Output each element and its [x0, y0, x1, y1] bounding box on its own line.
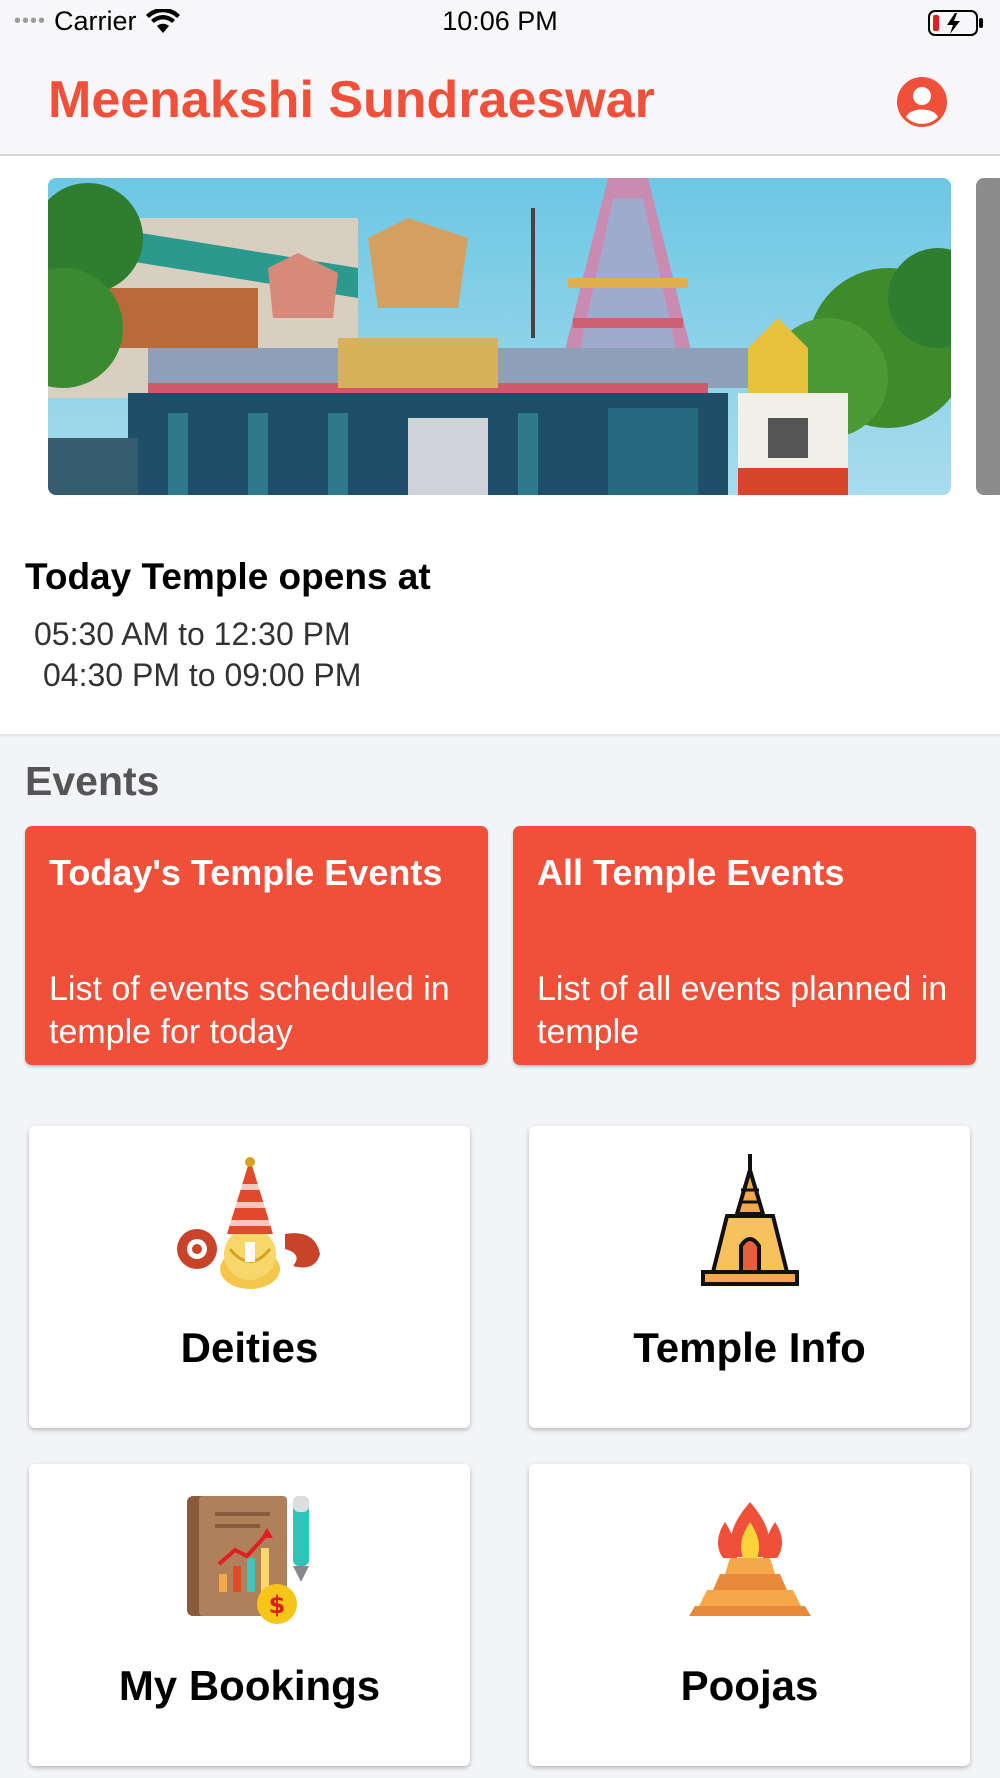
event-card-title: Today's Temple Events	[49, 852, 443, 893]
temple-tower-icon	[700, 1154, 799, 1286]
svg-text:$: $	[268, 1591, 285, 1619]
timings-heading: Today Temple opens at	[25, 556, 431, 597]
timing-slot: 05:30 AM to 12:30 PM	[34, 616, 351, 652]
todays-events-card[interactable]: Today's Temple Events List of events sch…	[25, 826, 488, 1065]
ledger-book-icon: $	[186, 1496, 309, 1624]
my-bookings-tile[interactable]: $ My Bookings	[29, 1464, 470, 1766]
deities-tile[interactable]: Deities	[29, 1126, 470, 1428]
tile-label: Poojas	[680, 1662, 819, 1709]
deity-icon	[176, 1157, 320, 1289]
event-card-title: All Temple Events	[537, 852, 845, 893]
temple-hero-image[interactable]	[48, 178, 951, 495]
tile-label: Temple Info	[633, 1324, 866, 1371]
event-card-description: List of events scheduled in temple for t…	[49, 970, 450, 1051]
timings-list: 05:30 AM to 12:30 PM 04:30 PM to 09:00 P…	[34, 614, 361, 696]
user-circle-icon[interactable]	[896, 76, 948, 128]
temple-header-section: Today Temple opens at 05:30 AM to 12:30 …	[0, 156, 1000, 734]
all-events-card[interactable]: All Temple Events List of all events pla…	[513, 826, 976, 1065]
status-bar: •••• Carrier 10:06 PM	[0, 0, 1000, 50]
timing-slot: 04:30 PM to 09:00 PM	[43, 657, 362, 693]
tile-label: My Bookings	[118, 1662, 381, 1709]
battery-charging-icon	[928, 10, 983, 36]
events-heading: Events	[25, 758, 160, 804]
event-card-description: List of all events planned in temple	[537, 970, 948, 1051]
tile-label: Deities	[180, 1324, 319, 1371]
poojas-tile[interactable]: Poojas	[529, 1464, 970, 1766]
nav-bar: Meenakshi Sundraeswar	[0, 50, 1000, 156]
page-title: Meenakshi Sundraeswar	[48, 71, 655, 129]
temple-info-tile[interactable]: Temple Info	[529, 1126, 970, 1428]
carousel-next-slide[interactable]	[976, 178, 1000, 495]
temple-photo-illustration	[48, 178, 951, 495]
havan-fire-icon	[688, 1502, 811, 1616]
status-time: 10:06 PM	[442, 6, 558, 36]
